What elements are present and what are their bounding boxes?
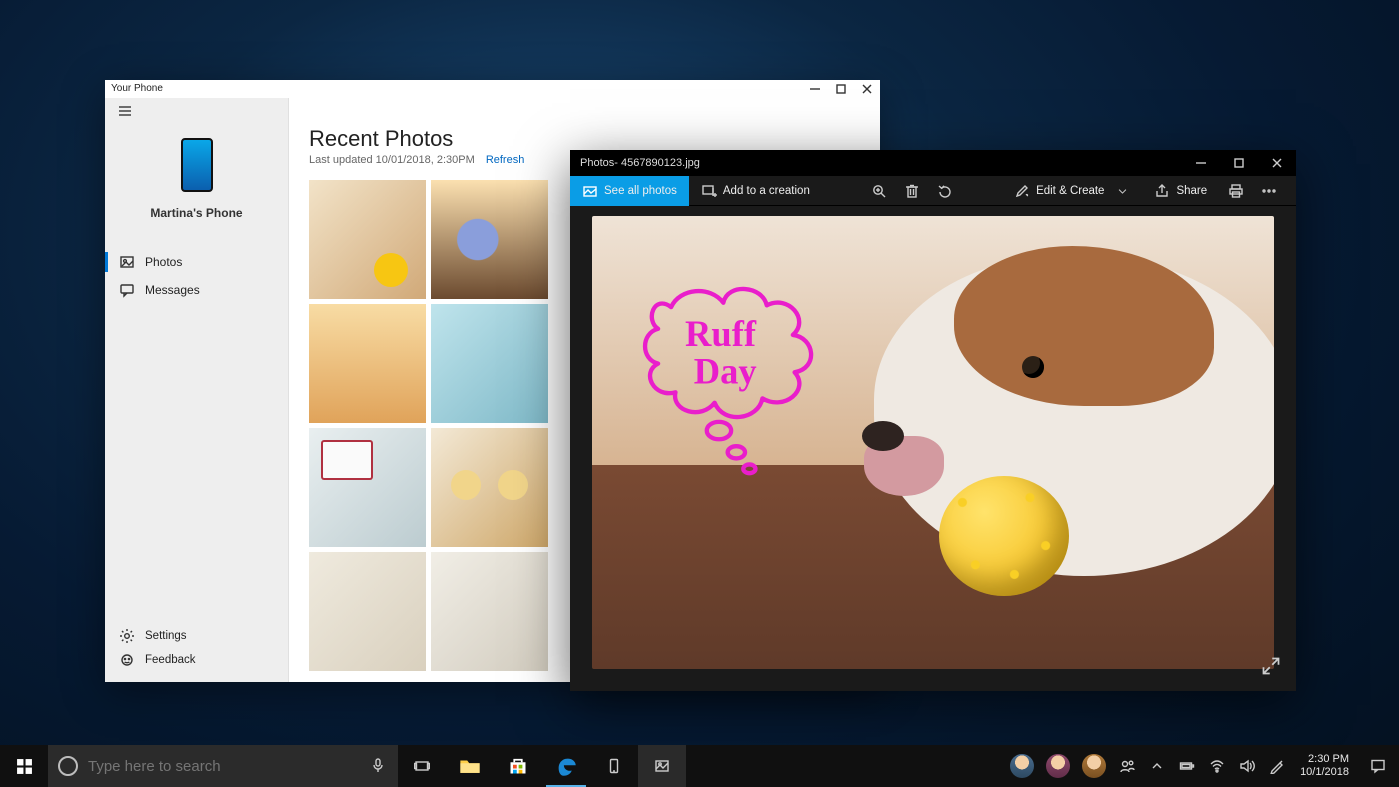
volume-icon[interactable] (1232, 758, 1262, 774)
photos-title: Photos- 4567890123.jpg (580, 157, 700, 169)
photos-icon (119, 254, 135, 270)
your-phone-title: Your Phone (111, 83, 163, 94)
photo-thumbnail[interactable] (309, 428, 426, 547)
store-button[interactable] (494, 745, 542, 787)
wifi-icon[interactable] (1202, 758, 1232, 774)
maximize-button[interactable] (828, 80, 854, 98)
zoom-button[interactable] (862, 176, 895, 206)
minimize-button[interactable] (802, 80, 828, 98)
ink-text-line2: Day (694, 351, 757, 392)
sidebar-item-feedback[interactable]: Feedback (105, 648, 288, 672)
your-phone-titlebar[interactable]: Your Phone (105, 80, 880, 98)
people-button[interactable] (1112, 758, 1142, 774)
connected-phone: Martina's Phone (105, 120, 288, 230)
photos-titlebar[interactable]: Photos- 4567890123.jpg (570, 150, 1296, 176)
delete-button[interactable] (895, 176, 928, 206)
people-avatar[interactable] (1010, 754, 1034, 778)
photo-canvas[interactable]: Ruff Day (592, 216, 1274, 669)
photo-thumbnail[interactable] (309, 304, 426, 423)
sidebar-item-messages[interactable]: Messages (105, 276, 288, 304)
edit-create-button[interactable]: Edit & Create (1002, 176, 1142, 206)
photo-thumbnail[interactable] (431, 180, 548, 299)
search-input[interactable] (88, 758, 358, 775)
photos-window: Photos- 4567890123.jpg See all photos Ad… (570, 150, 1296, 691)
refresh-link[interactable]: Refresh (486, 154, 525, 166)
task-view-button[interactable] (398, 745, 446, 787)
phone-icon (181, 138, 213, 192)
messages-icon (119, 282, 135, 298)
page-title: Recent Photos (309, 126, 860, 152)
people-avatar[interactable] (1082, 754, 1106, 778)
photos-taskbar-button[interactable] (638, 745, 686, 787)
clock-time: 2:30 PM (1300, 753, 1349, 766)
microphone-icon[interactable] (368, 757, 388, 776)
sidebar-item-label: Photos (145, 255, 182, 269)
close-button[interactable] (854, 80, 880, 98)
cortana-icon (58, 756, 78, 776)
taskbar: 2:30 PM 10/1/2018 (0, 745, 1399, 787)
close-button[interactable] (1258, 150, 1296, 176)
edit-icon (1014, 183, 1030, 199)
phone-name: Martina's Phone (150, 206, 242, 220)
battery-icon[interactable] (1172, 758, 1202, 774)
sidebar-item-label: Messages (145, 283, 200, 297)
more-button[interactable] (1253, 176, 1286, 206)
action-center-button[interactable] (1357, 758, 1399, 774)
your-phone-sidebar: Martina's Phone Photos Messages (105, 98, 289, 682)
ink-annotation: Ruff Day (622, 281, 842, 481)
rotate-button[interactable] (929, 176, 962, 206)
hamburger-icon[interactable] (111, 102, 139, 120)
chevron-down-icon (1114, 183, 1130, 199)
photo-thumbnail[interactable] (309, 180, 426, 299)
minimize-button[interactable] (1182, 150, 1220, 176)
clock[interactable]: 2:30 PM 10/1/2018 (1292, 753, 1357, 779)
see-all-photos-button[interactable]: See all photos (570, 176, 689, 206)
edge-button[interactable] (542, 745, 590, 787)
collection-icon (582, 183, 598, 199)
clock-date: 10/1/2018 (1300, 766, 1349, 779)
photo-thumbnail[interactable] (309, 552, 426, 671)
photo-thumbnail[interactable] (431, 304, 548, 423)
ink-workspace-icon[interactable] (1262, 758, 1292, 774)
photo-thumbnail[interactable] (431, 552, 548, 671)
search-box[interactable] (48, 745, 398, 787)
print-button[interactable] (1219, 176, 1252, 206)
start-button[interactable] (0, 745, 48, 787)
photos-toolbar: See all photos Add to a creation Edit & … (570, 176, 1296, 206)
maximize-button[interactable] (1220, 150, 1258, 176)
people-avatar[interactable] (1046, 754, 1070, 778)
share-button[interactable]: Share (1142, 176, 1219, 206)
sidebar-item-label: Feedback (145, 654, 196, 666)
add-to-creation-button[interactable]: Add to a creation (689, 176, 822, 206)
ink-text-line1: Ruff (685, 313, 757, 354)
sidebar-item-photos[interactable]: Photos (105, 248, 288, 276)
sidebar-item-label: Settings (145, 630, 187, 642)
ball-icon (939, 476, 1069, 596)
gear-icon (119, 628, 135, 644)
add-creation-icon (701, 183, 717, 199)
tray-chevron-icon[interactable] (1142, 758, 1172, 774)
your-phone-taskbar-button[interactable] (590, 745, 638, 787)
share-icon (1154, 183, 1170, 199)
file-explorer-button[interactable] (446, 745, 494, 787)
sidebar-item-settings[interactable]: Settings (105, 624, 288, 648)
feedback-icon (119, 652, 135, 668)
photo-thumbnail[interactable] (431, 428, 548, 547)
fullscreen-button[interactable] (1256, 651, 1286, 681)
